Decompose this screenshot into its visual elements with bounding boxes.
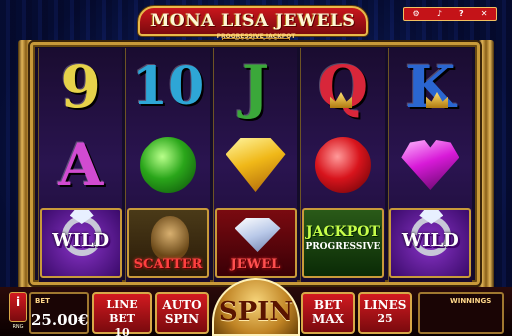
scatter-symbol: SCATTER <box>127 208 210 278</box>
progressive-symbol-label: PROGRESSIVE <box>305 242 381 252</box>
jewel-label: JEWEL <box>230 257 281 272</box>
reel-4-top: Q <box>301 48 384 126</box>
scatter-label: SCATTER <box>133 257 203 272</box>
game-title: MONA LISA JEWELS <box>150 11 356 31</box>
auto-spin-label-2: SPIN <box>164 312 200 326</box>
bet-max-label-2: MAX <box>312 312 344 326</box>
game-stage: MONA LISA JEWELS PROGRESSIVE JACKPOT 502… <box>0 0 512 336</box>
reel-3-middle <box>214 126 297 204</box>
reel-5-bottom: WILD <box>389 204 472 282</box>
diamond-icon <box>234 218 281 252</box>
jackpot-label: JACKPOT <box>305 224 380 240</box>
settings-icon[interactable]: ⚙ <box>413 10 420 18</box>
reel-1-top: 9 <box>39 48 122 126</box>
line-bet-label: LINE BET <box>106 298 138 325</box>
reel-1-bottom: WILD <box>39 204 122 282</box>
red-gem-icon <box>314 137 371 193</box>
reel-1: 9 A WILD <box>38 48 123 282</box>
yellow-gem-icon <box>225 138 286 192</box>
wild-label: WILD <box>401 230 459 251</box>
reel-2-top: 10 <box>126 48 209 126</box>
rng-label: RNG <box>12 324 24 330</box>
reel-4: Q JACKPOT PROGRESSIVE <box>300 48 385 282</box>
reel-5-top: K <box>389 48 472 126</box>
reel-3: J JEWEL <box>212 48 298 282</box>
wild-symbol: WILD <box>389 208 472 278</box>
top-toolbar: ⚙ ♪ ? ✕ <box>403 7 497 21</box>
reel-2-middle <box>126 126 209 204</box>
reel-2-bottom: SCATTER <box>126 204 210 282</box>
symbol-9: 9 <box>60 53 101 121</box>
bet-value: 25.00€ <box>31 311 89 329</box>
winnings-label: WINNINGS <box>450 297 492 305</box>
jackpot-symbol: JACKPOT PROGRESSIVE <box>301 208 384 278</box>
line-bet-button[interactable]: LINE BET 10 <box>92 292 152 336</box>
lines-value: 25 <box>377 312 393 325</box>
reels-area: 9 A WILD 10 SCATTER J JEWEL Q JACKPOT PR… <box>38 48 473 282</box>
bet-max-button[interactable]: BET MAX <box>301 292 355 334</box>
info-button[interactable]: i <box>9 292 27 322</box>
bet-max-label-1: BET <box>313 298 343 312</box>
right-pillar <box>478 40 494 290</box>
bet-panel: BET 25.00€ <box>29 292 89 334</box>
mona-lisa-portrait-icon <box>151 216 190 260</box>
sound-icon[interactable]: ♪ <box>437 10 442 18</box>
line-bet-value: 10 <box>114 326 130 336</box>
reel-5: K WILD <box>387 48 473 282</box>
wild-symbol: WILD <box>39 208 122 278</box>
reel-3-bottom: JEWEL <box>214 204 297 282</box>
auto-spin-label-1: AUTO <box>162 298 202 312</box>
lines-button[interactable]: LINES 25 <box>358 292 412 334</box>
winnings-panel: WINNINGS <box>418 292 504 334</box>
lines-label: LINES <box>363 298 407 312</box>
symbol-a: A <box>58 131 104 199</box>
reel-4-middle <box>301 126 384 204</box>
reel-5-middle <box>389 126 472 204</box>
reel-2: 10 SCATTER <box>125 48 210 282</box>
reel-3-top: J <box>214 48 297 126</box>
green-gem-icon <box>140 137 197 193</box>
reel-4-bottom: JACKPOT PROGRESSIVE <box>301 204 384 282</box>
bet-label: BET <box>35 297 50 305</box>
auto-spin-button[interactable]: AUTO SPIN <box>155 292 209 334</box>
purple-heart-gem-icon <box>401 140 460 190</box>
title-banner: MONA LISA JEWELS <box>138 6 368 36</box>
reel-1-middle: A <box>39 126 122 204</box>
symbol-10: 10 <box>131 56 205 117</box>
help-icon[interactable]: ? <box>459 10 464 18</box>
symbol-j: J <box>241 53 270 121</box>
jewel-symbol: JEWEL <box>214 208 297 278</box>
close-icon[interactable]: ✕ <box>481 10 488 18</box>
wild-label: WILD <box>52 230 110 251</box>
